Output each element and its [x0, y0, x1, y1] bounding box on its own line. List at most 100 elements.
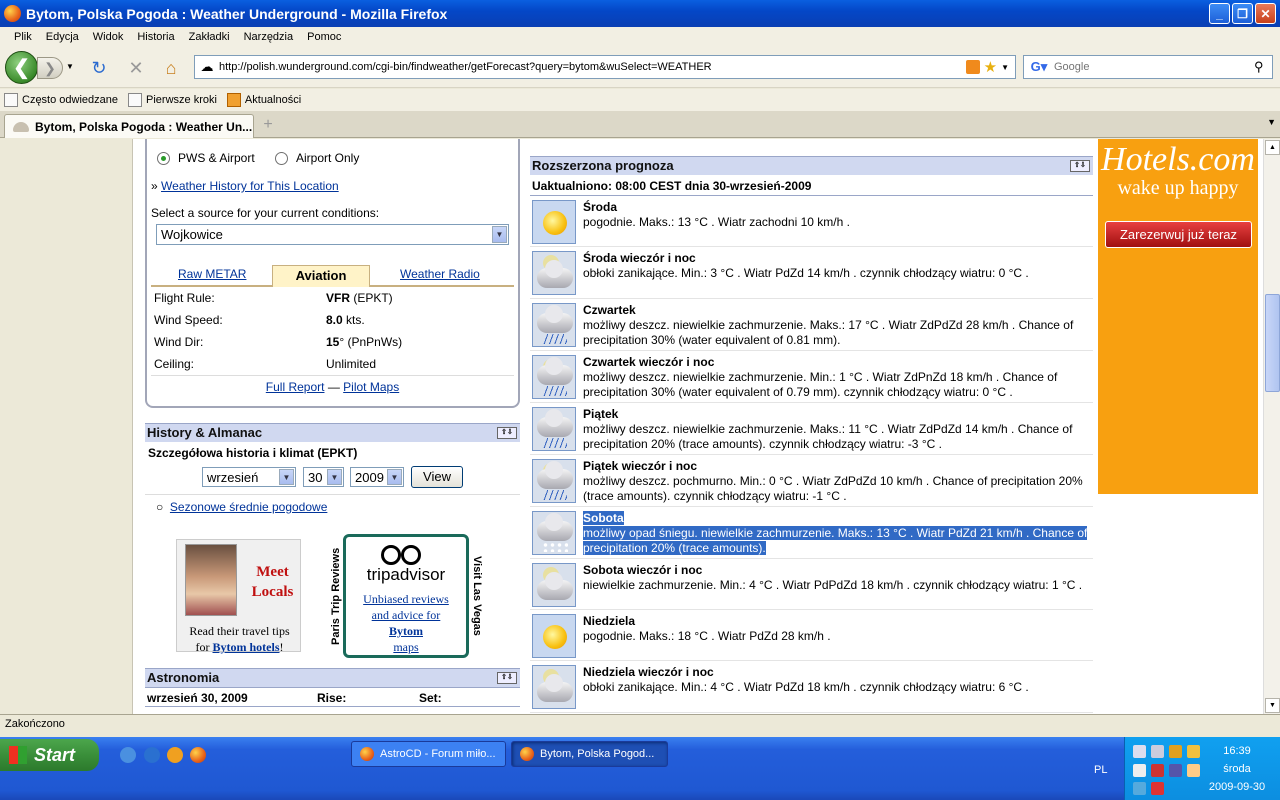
scroll-thumb[interactable] — [1265, 294, 1280, 392]
messenger-tray-icon[interactable] — [1169, 745, 1182, 758]
network-icon[interactable] — [1133, 745, 1146, 758]
stop-icon[interactable]: ✕ — [125, 57, 147, 79]
language-indicator[interactable]: PL — [1094, 764, 1107, 776]
meet-locals-ad[interactable]: Meet Locals Read their travel tips for Byt… — [176, 539, 301, 654]
tray-app-icon[interactable] — [1133, 782, 1146, 795]
history-dropdown-icon[interactable]: ▼ — [66, 62, 74, 71]
tab-aviation[interactable]: Aviation — [272, 265, 370, 287]
menu-zakladki[interactable]: Zakładki — [182, 31, 237, 43]
menu-edycja[interactable]: Edycja — [39, 31, 86, 43]
shield-icon[interactable] — [1151, 782, 1164, 795]
scroll-down-icon[interactable]: ▼ — [1265, 698, 1280, 713]
year-select[interactable]: 2009 ▼ — [350, 467, 404, 487]
view-button[interactable]: View — [411, 466, 463, 488]
search-input[interactable] — [1054, 61, 1254, 73]
astronomy-header: Astronomia ⇧⇩ — [145, 668, 520, 687]
quicklaunch-ie-icon[interactable] — [144, 747, 160, 763]
menu-narzedzia[interactable]: Narzędzia — [237, 31, 301, 43]
search-icon[interactable]: ⚲ — [1254, 59, 1272, 75]
tab-weather-radio[interactable]: Weather Radio — [400, 267, 480, 281]
rain-night-icon — [532, 459, 576, 503]
tray-app-icon[interactable] — [1169, 764, 1182, 777]
firefox-icon — [4, 5, 21, 22]
tab-raw-metar[interactable]: Raw METAR — [178, 267, 246, 281]
forecast-text: pogodnie. Maks.: 18 °C . Wiatr PdZd 28 k… — [583, 629, 831, 643]
reload-icon[interactable]: ↻ — [88, 57, 110, 79]
forecast-day: Niedziela wieczór i noc — [583, 665, 714, 679]
new-tab-icon[interactable]: + — [258, 116, 278, 136]
forward-button[interactable]: ❯ — [37, 57, 63, 79]
forecast-day: Środa wieczór i noc — [583, 251, 696, 265]
collapse-toggle-icon[interactable]: ⇧⇩ — [497, 672, 517, 684]
task-bytom-pogoda[interactable]: Bytom, Polska Pogod... — [511, 741, 668, 767]
tripadvisor-ad[interactable]: Paris Trip Reviews tripadvisor Unbiased … — [330, 534, 485, 659]
close-button[interactable]: ✕ — [1255, 3, 1276, 24]
reserve-now-button[interactable]: Zarezerwuj już teraz — [1105, 221, 1252, 248]
source-select[interactable]: Wojkowice ▼ — [156, 224, 509, 245]
collapse-toggle-icon[interactable]: ⇧⇩ — [497, 427, 517, 439]
vertical-scrollbar[interactable]: ▲ ▼ — [1263, 139, 1280, 714]
forecast-day: Piątek — [583, 407, 619, 421]
wunderground-favicon — [13, 121, 29, 132]
pilot-maps-link[interactable]: Pilot Maps — [343, 380, 399, 394]
quicklaunch-firefox-icon[interactable] — [190, 747, 206, 763]
woman-photo — [185, 544, 237, 616]
bookmark-star-icon[interactable]: ★ — [984, 58, 997, 76]
menu-pomoc[interactable]: Pomoc — [300, 31, 348, 43]
history-subtitle: Szczegółowa historia i klimat (EPKT) — [148, 446, 358, 460]
task-astrocd-forum[interactable]: AstroCD - Forum miło... — [351, 741, 506, 767]
radio-airport-only[interactable]: Airport Only — [275, 151, 359, 165]
rss-feed-icon[interactable] — [965, 60, 980, 74]
menu-historia[interactable]: Historia — [130, 31, 181, 43]
report-links: Full Report — Pilot Maps — [151, 375, 514, 394]
url-dropdown-icon[interactable]: ▼ — [1001, 63, 1009, 72]
collapse-toggle-icon[interactable]: ⇧⇩ — [1070, 160, 1090, 172]
back-button[interactable]: ❮ — [5, 51, 38, 84]
window-controls: _ ❐ ✕ — [1209, 3, 1276, 24]
forecast-day: Sobota wieczór i noc — [583, 563, 703, 577]
astronomy-row: wrzesień 30, 2009 Rise: Set: — [145, 687, 520, 707]
maximize-button[interactable]: ❐ — [1232, 3, 1253, 24]
tab-list-dropdown-icon[interactable]: ▼ — [1267, 117, 1276, 127]
minimize-button[interactable]: _ — [1209, 3, 1230, 24]
url-input[interactable] — [219, 57, 966, 77]
google-engine-icon[interactable]: G▾ — [1024, 59, 1054, 75]
rain-night-icon — [532, 355, 576, 399]
firefox-icon — [520, 747, 534, 761]
full-report-link[interactable]: Full Report — [266, 380, 325, 394]
hotels-ad[interactable]: Hotels.com wake up happy Zarezerwuj już … — [1098, 139, 1258, 494]
seasonal-averages-link[interactable]: Sezonowe średnie pogodowe — [170, 500, 327, 514]
radio-pws-airport[interactable]: PWS & Airport — [157, 151, 255, 165]
home-icon[interactable]: ⌂ — [160, 57, 182, 79]
month-select[interactable]: wrzesień ▼ — [202, 467, 296, 487]
windows-flag-icon — [9, 746, 27, 764]
weather-history-link[interactable]: Weather History for This Location — [161, 179, 339, 193]
scroll-up-icon[interactable]: ▲ — [1265, 140, 1280, 155]
day-select[interactable]: 30 ▼ — [303, 467, 344, 487]
quicklaunch-desktop-icon[interactable] — [120, 747, 136, 763]
start-button[interactable]: Start — [0, 739, 99, 771]
forecast-day: Niedziela — [583, 614, 636, 628]
forecast-text: pogodnie. Maks.: 13 °C . Wiatr zachodni … — [583, 215, 850, 229]
display-icon[interactable] — [1151, 745, 1164, 758]
bookmark-pierwsze-kroki[interactable]: Pierwsze kroki — [128, 93, 217, 107]
paris-trip-reviews-text: Paris Trip Reviews — [330, 547, 342, 645]
menu-plik[interactable]: Plik — [7, 31, 39, 43]
security-icon[interactable] — [1151, 764, 1164, 777]
bookmark-czesto-odwiedzane[interactable]: Często odwiedzane — [4, 93, 118, 107]
clock[interactable]: 16:39 środa 2009-09-30 — [1197, 742, 1277, 796]
back-arrow-icon: ❮ — [13, 57, 30, 79]
bytom-hotels-link[interactable]: Bytom hotels — [213, 640, 280, 654]
menu-widok[interactable]: Widok — [86, 31, 131, 43]
status-bar: Zakończono — [0, 714, 1280, 737]
chevron-down-icon: ▼ — [387, 469, 402, 485]
chevron-down-icon: ▼ — [279, 469, 294, 485]
volume-icon[interactable] — [1133, 764, 1146, 777]
quicklaunch-messenger-icon[interactable] — [167, 747, 183, 763]
owl-logo-icon — [381, 545, 423, 565]
bookmark-aktualnosci[interactable]: Aktualności — [226, 93, 301, 107]
site-identity-icon[interactable]: ☁ — [195, 59, 219, 75]
tab-bytom-weather[interactable]: Bytom, Polska Pogoda : Weather Un... — [4, 114, 254, 138]
forecast-day: Sobota — [583, 511, 624, 525]
forecast-day: Czwartek wieczór i noc — [583, 355, 715, 369]
